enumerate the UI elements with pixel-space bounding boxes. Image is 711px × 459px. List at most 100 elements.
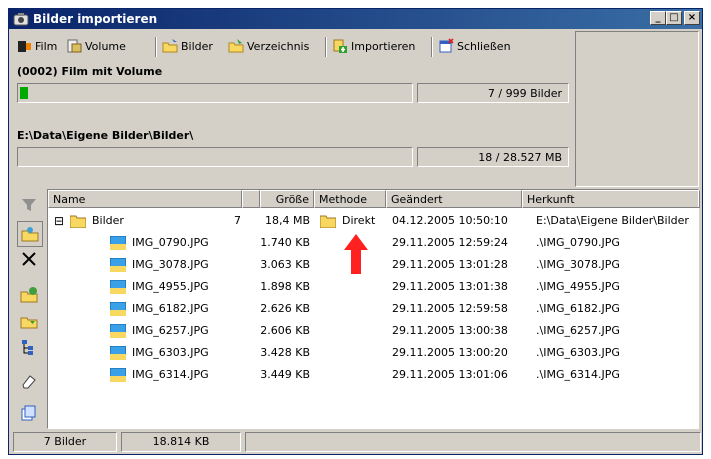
add-folder-button[interactable]: [17, 283, 41, 307]
collapse-icon[interactable]: ⊟: [54, 210, 64, 232]
file-changed: 29.11.2005 13:01:38: [392, 280, 508, 293]
volume-button[interactable]: Volume: [63, 35, 129, 57]
close-button[interactable]: ×: [684, 11, 700, 25]
copy-icon: [21, 405, 36, 421]
folder-icon: [69, 214, 87, 229]
film-button[interactable]: Film: [13, 35, 60, 57]
folder-method: Direkt: [342, 214, 376, 227]
column-origin[interactable]: Herkunft: [522, 190, 700, 208]
column-count[interactable]: [242, 190, 260, 208]
importieren-label: Importieren: [351, 39, 416, 53]
status-size: 18.814 KB: [121, 432, 241, 452]
file-origin: .\IMG_6303.JPG: [536, 346, 620, 359]
folder-user-icon: [21, 227, 39, 242]
folder-changed: 04.12.2005 10:50:10: [392, 214, 508, 227]
file-changed: 29.11.2005 13:01:28: [392, 258, 508, 271]
file-changed: 29.11.2005 13:00:38: [392, 324, 508, 337]
folder-view-button[interactable]: [17, 221, 43, 247]
folder-count: 7: [234, 214, 241, 227]
filter-icon: [22, 199, 36, 211]
schliessen-button[interactable]: Schließen: [435, 35, 514, 57]
folder-add-icon: [162, 39, 178, 53]
file-row[interactable]: IMG_4955.JPG 1.898 KB 29.11.2005 13:01:38.…: [48, 276, 698, 298]
file-row[interactable]: IMG_3078.JPG 3.063 KB 29.11.2005 13:01:28.…: [48, 254, 698, 276]
window-title: Bilder importieren: [33, 12, 158, 26]
import-status-panel: (0002) Film mit Volume 7 / 999 Bilder E:…: [13, 61, 573, 185]
filter-button[interactable]: [17, 193, 41, 217]
import-icon: [333, 39, 347, 53]
column-size[interactable]: Größe: [260, 190, 314, 208]
copy-button[interactable]: [17, 401, 41, 425]
minimize-button[interactable]: _: [650, 11, 666, 25]
image-file-icon: [109, 323, 127, 339]
path-count: 18 / 28.527 MB: [478, 151, 562, 164]
close-window-icon: [439, 38, 454, 53]
preview-area: [575, 31, 699, 187]
image-file-icon: [109, 367, 127, 383]
status-bar: 7 Bilder 18.814 KB: [13, 432, 701, 452]
status-empty-pane: [245, 432, 701, 452]
file-size: 3.449 KB: [260, 368, 310, 381]
file-name: IMG_3078.JPG: [132, 258, 209, 271]
column-method[interactable]: Methode: [314, 190, 386, 208]
file-size: 2.626 KB: [260, 302, 310, 315]
file-origin: .\IMG_3078.JPG: [536, 258, 620, 271]
toolbar-separator: [325, 37, 327, 57]
file-size: 3.428 KB: [260, 346, 310, 359]
title-bar[interactable]: Bilder importieren _ □ ×: [9, 9, 702, 29]
verzeichnis-button[interactable]: Verzeichnis: [225, 35, 312, 57]
file-row[interactable]: IMG_6257.JPG 2.606 KB 29.11.2005 13:00:38.…: [48, 320, 698, 342]
film-label: Film: [35, 39, 58, 53]
maximize-button[interactable]: □: [666, 11, 682, 25]
folder-row[interactable]: ⊟ Bilder 7 18,4 MB Direkt 04.12.2005 10:…: [48, 210, 698, 232]
toolbar: Film Volume Bilder Verzeichnis Importier…: [13, 35, 573, 59]
verzeichnis-label: Verzeichnis: [247, 39, 310, 53]
file-name: IMG_6257.JPG: [132, 324, 209, 337]
importieren-button[interactable]: Importieren: [329, 35, 418, 57]
red-arrow-annotation: [344, 234, 368, 274]
image-file-icon: [109, 301, 127, 317]
list-header: Name Größe Methode Geändert Herkunft: [48, 190, 700, 208]
file-name: IMG_6182.JPG: [132, 302, 209, 315]
file-list[interactable]: Name Größe Methode Geändert Herkunft ⊟ B…: [47, 189, 700, 429]
image-file-icon: [109, 279, 127, 295]
tree-view-button[interactable]: [17, 335, 41, 359]
image-file-icon: [109, 235, 127, 251]
image-file-icon: [109, 345, 127, 361]
file-row[interactable]: IMG_6303.JPG 3.428 KB 29.11.2005 13:00:20.…: [48, 342, 698, 364]
bilder-button[interactable]: Bilder: [159, 35, 216, 57]
file-row[interactable]: IMG_6182.JPG 2.626 KB 29.11.2005 12:59:58.…: [48, 298, 698, 320]
toolbar-separator: [155, 37, 157, 57]
column-name[interactable]: Name: [48, 190, 242, 208]
file-row[interactable]: IMG_6314.JPG 3.449 KB 29.11.2005 13:01:06.…: [48, 364, 698, 386]
eraser-button[interactable]: [17, 369, 41, 393]
file-changed: 29.11.2005 13:01:06: [392, 368, 508, 381]
file-changed: 29.11.2005 12:59:58: [392, 302, 508, 315]
delete-icon: [22, 252, 36, 266]
file-origin: .\IMG_6257.JPG: [536, 324, 620, 337]
volume-label: Volume: [85, 39, 126, 53]
file-name: IMG_6314.JPG: [132, 368, 209, 381]
import-icon: [20, 317, 38, 329]
file-name: IMG_0790.JPG: [132, 236, 209, 249]
file-origin: .\IMG_0790.JPG: [536, 236, 620, 249]
method-folder-icon: [319, 214, 337, 229]
film-icon: [18, 41, 31, 52]
file-row[interactable]: IMG_0790.JPG 1.740 KB 29.11.2005 12:59:24.…: [48, 232, 698, 254]
file-size: 2.606 KB: [260, 324, 310, 337]
file-size: 1.898 KB: [260, 280, 310, 293]
file-origin: .\IMG_4955.JPG: [536, 280, 620, 293]
folder-open-icon: [228, 39, 244, 53]
folder-origin: E:\Data\Eigene Bilder\Bilder: [536, 214, 689, 227]
file-origin: .\IMG_6182.JPG: [536, 302, 620, 315]
column-changed[interactable]: Geändert: [386, 190, 522, 208]
folder-add-icon: [20, 287, 38, 303]
image-file-icon: [109, 257, 127, 273]
delete-button[interactable]: [17, 247, 41, 271]
import-folder-button[interactable]: [17, 309, 41, 333]
eraser-icon: [22, 375, 36, 389]
film-progress-fill: [20, 87, 28, 99]
status-count: 7 Bilder: [13, 432, 117, 452]
film-count: 7 / 999 Bilder: [487, 87, 562, 100]
tree-icon: [22, 340, 33, 355]
